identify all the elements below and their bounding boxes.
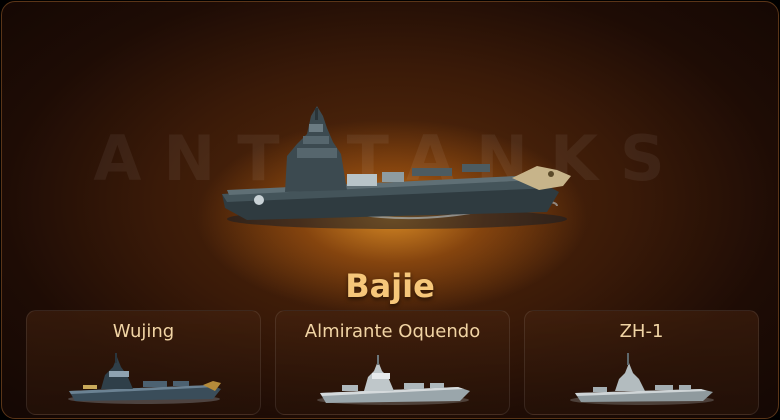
variant-name: ZH-1 bbox=[619, 321, 664, 342]
variant-card-wujing[interactable]: Wujing bbox=[26, 310, 261, 415]
aircraft-carrier-ship-icon[interactable] bbox=[207, 94, 587, 244]
destroyer-ship-icon bbox=[570, 353, 714, 405]
variant-card-zh-1[interactable]: ZH-1 bbox=[524, 310, 759, 415]
variant-card-almirante-oquendo[interactable]: Almirante Oquendo bbox=[275, 310, 510, 415]
featured-ship-name: Bajie bbox=[345, 267, 435, 305]
variant-name: Almirante Oquendo bbox=[304, 321, 481, 342]
ship-preview-card: ANTITANKS Bajie Wujing Almirante Oquendo… bbox=[1, 1, 779, 419]
cruiser-ship-icon bbox=[317, 355, 470, 405]
variant-name: Wujing bbox=[112, 321, 175, 342]
battleship-icon bbox=[68, 353, 221, 404]
